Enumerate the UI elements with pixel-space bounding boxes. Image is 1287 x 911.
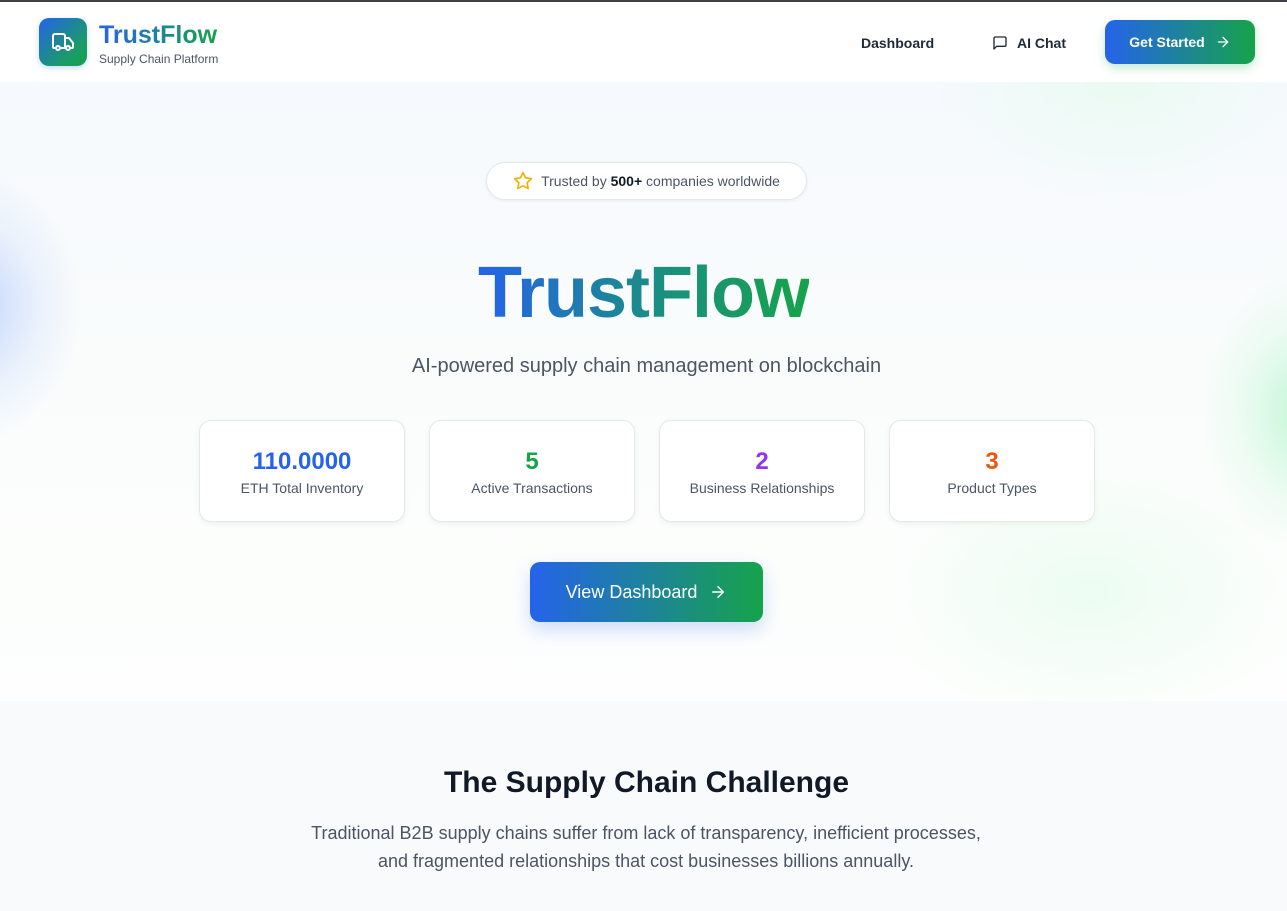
logo-badge[interactable]	[39, 18, 87, 66]
stat-label: Active Transactions	[471, 480, 593, 496]
message-square-icon	[993, 36, 1007, 50]
stat-value: 5	[525, 448, 539, 475]
badge-prefix: Trusted by	[541, 173, 607, 189]
stat-value: 2	[755, 448, 769, 475]
arrow-right-icon	[1217, 36, 1229, 48]
badge-highlight: 500+	[610, 173, 643, 189]
trust-badge: Trusted by 500+ companies worldwide	[486, 162, 807, 200]
nav-link-ai-chat[interactable]: AI Chat	[980, 28, 1078, 58]
brand-subtitle: Supply Chain Platform	[99, 52, 219, 66]
star-icon	[513, 171, 533, 190]
hero-subtitle: AI-powered supply chain management on bl…	[411, 355, 882, 377]
site-header: TrustFlow Supply Chain Platform Dashboar…	[0, 2, 1287, 82]
hero-title-text: TrustFlow	[478, 253, 810, 333]
nav-link-dashboard[interactable]: Dashboard	[849, 28, 946, 58]
nav-ai-chat-label: AI Chat	[1017, 35, 1066, 51]
stat-card-inventory: 110.0000 ETH Total Inventory	[199, 420, 405, 522]
get-started-button[interactable]: Get Started	[1105, 20, 1255, 64]
challenge-title: The Supply Chain Challenge	[443, 766, 850, 799]
view-dashboard-button[interactable]: View Dashboard	[530, 562, 763, 622]
challenge-description: Traditional B2B supply chains suffer fro…	[311, 823, 981, 871]
stat-value: 110.0000	[252, 448, 352, 475]
background-glow-top-right	[930, 82, 1287, 202]
stat-value: 3	[985, 448, 999, 475]
stat-label: Business Relationships	[689, 480, 835, 496]
get-started-label: Get Started	[1129, 34, 1205, 50]
view-dashboard-label: View Dashboard	[565, 581, 698, 602]
stat-label: ETH Total Inventory	[240, 480, 364, 496]
stat-label: Product Types	[947, 480, 1037, 496]
arrow-right-icon	[712, 586, 725, 598]
stat-card-relationships: 2 Business Relationships	[659, 420, 865, 522]
badge-suffix: companies worldwide	[646, 173, 780, 189]
challenge-section: The Supply Chain Challenge Traditional B…	[0, 701, 1287, 911]
hero-title: TrustFlow	[0, 250, 1287, 336]
nav-dashboard-label: Dashboard	[861, 35, 935, 51]
stat-card-transactions: 5 Active Transactions	[429, 420, 635, 522]
badge-text: Trusted by 500+ companies worldwide	[541, 173, 780, 189]
brand-title[interactable]: TrustFlow	[99, 20, 217, 50]
hero-section: Trusted by 500+ companies worldwide Trus…	[0, 82, 1287, 701]
stat-card-product-types: 3 Product Types	[889, 420, 1095, 522]
truck-icon	[52, 33, 74, 51]
